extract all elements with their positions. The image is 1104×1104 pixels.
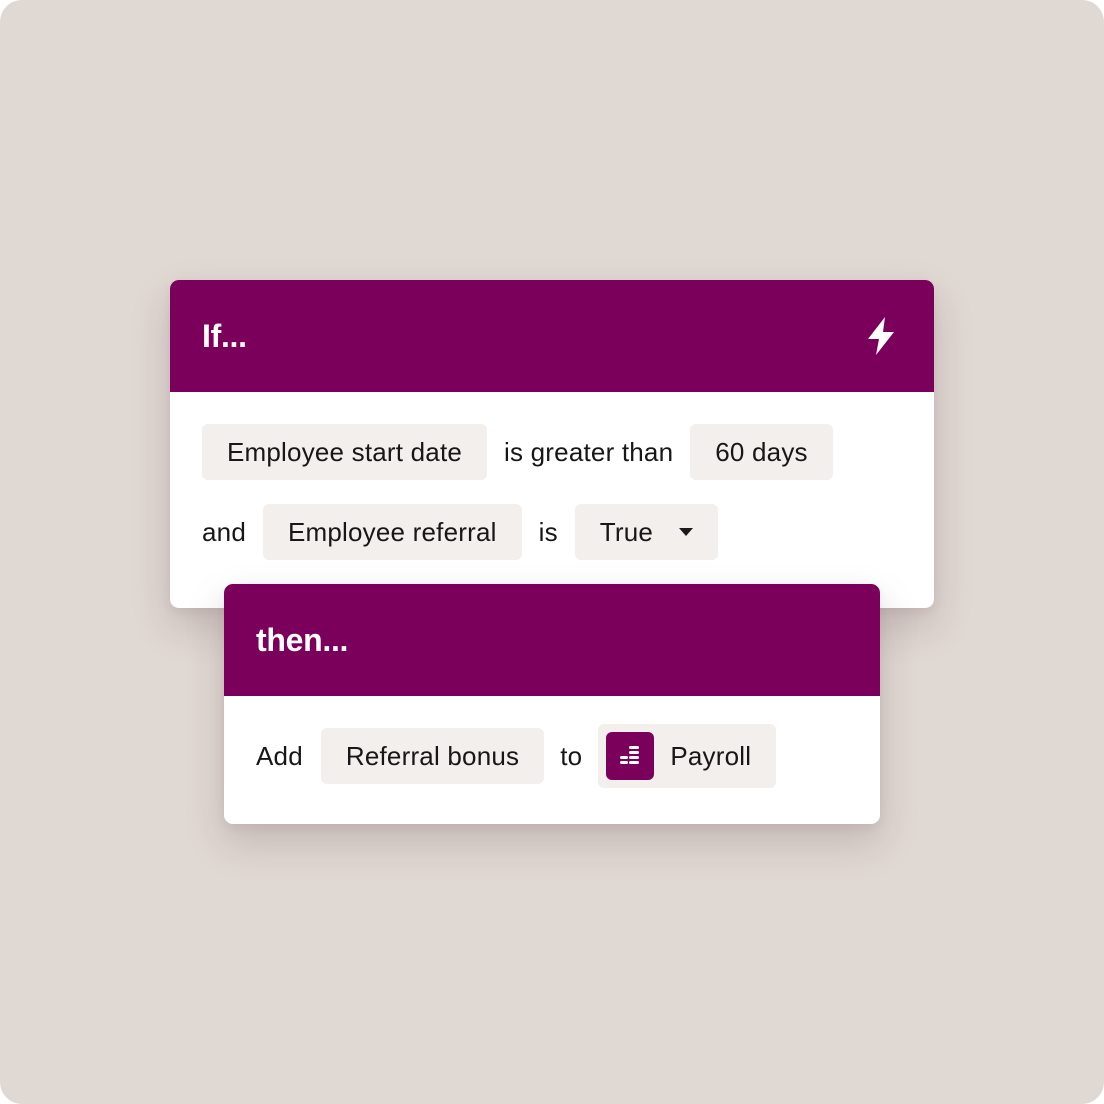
if-condition-card: If... Employee start date is greater tha…	[170, 280, 934, 608]
operator-text-is: is	[538, 516, 558, 547]
then-action-card: then... Add Referral bonus to Payroll	[224, 584, 880, 824]
if-card-header: If...	[170, 280, 934, 392]
connector-text: and	[202, 516, 246, 547]
condition-row-1: Employee start date is greater than 60 d…	[202, 424, 833, 480]
action-text: Add	[256, 740, 303, 771]
value-chip-days[interactable]: 60 days	[690, 424, 833, 480]
target-label: Payroll	[670, 740, 752, 771]
then-card-header: then...	[224, 584, 880, 696]
preposition-text: to	[560, 740, 583, 771]
if-card-title: If...	[202, 318, 247, 354]
dropdown-value: True	[599, 516, 654, 547]
field-chip-employee-referral[interactable]: Employee referral	[262, 504, 522, 560]
action-row: Add Referral bonus to Payroll	[256, 724, 777, 788]
field-chip-employee-start-date[interactable]: Employee start date	[202, 424, 488, 480]
chevron-down-icon	[679, 528, 694, 536]
value-dropdown-true[interactable]: True	[574, 504, 719, 560]
coin-stack-icon	[606, 732, 655, 780]
target-chip-payroll[interactable]: Payroll	[598, 724, 777, 788]
operator-text: is greater than	[504, 436, 674, 467]
condition-row-2: and Employee referral is True	[202, 504, 719, 560]
then-card-title: then...	[256, 622, 349, 658]
lightning-bolt-icon[interactable]	[864, 316, 898, 356]
item-chip-referral-bonus[interactable]: Referral bonus	[320, 728, 545, 784]
